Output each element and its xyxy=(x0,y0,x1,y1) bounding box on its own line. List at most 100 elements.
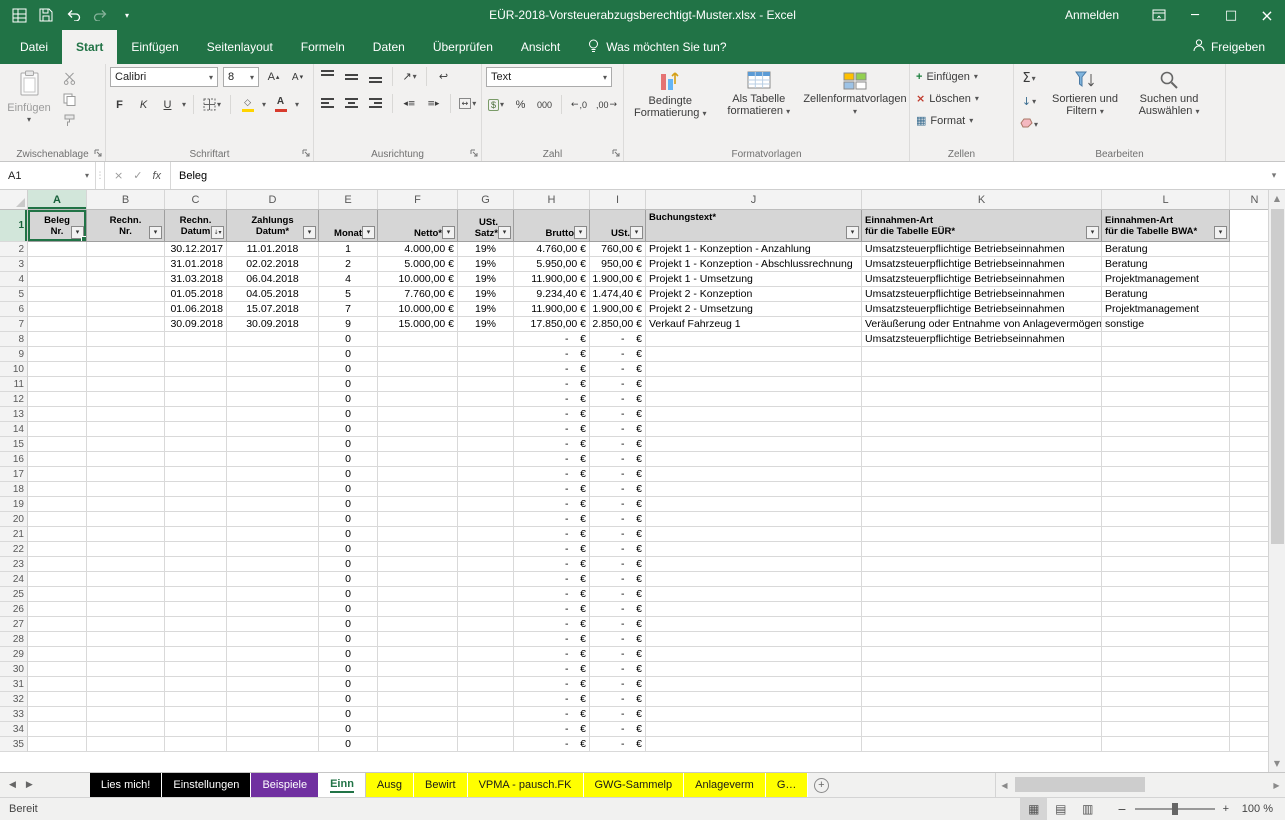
cell-G18[interactable] xyxy=(458,482,514,497)
cell-B12[interactable] xyxy=(87,392,165,407)
cell-H11[interactable]: - € xyxy=(514,377,590,392)
cell-N31[interactable] xyxy=(1230,677,1268,692)
cell-D31[interactable] xyxy=(227,677,319,692)
cell-A16[interactable] xyxy=(28,452,87,467)
sheet-tab-gwg-sammelp[interactable]: GWG-Sammelp xyxy=(584,773,685,797)
column-header-N[interactable]: N xyxy=(1230,190,1268,209)
row-number-31[interactable]: 31 xyxy=(0,677,28,692)
cell-E26[interactable]: 0 xyxy=(319,602,378,617)
cell-I28[interactable]: - € xyxy=(590,632,646,647)
cell-J21[interactable] xyxy=(646,527,862,542)
cell-N27[interactable] xyxy=(1230,617,1268,632)
cell-N15[interactable] xyxy=(1230,437,1268,452)
cell-G11[interactable] xyxy=(458,377,514,392)
cell-K14[interactable] xyxy=(862,422,1102,437)
cell-I33[interactable]: - € xyxy=(590,707,646,722)
cell-G1[interactable]: USt. Satz*▾ xyxy=(458,210,514,242)
cell-B17[interactable] xyxy=(87,467,165,482)
cell-N17[interactable] xyxy=(1230,467,1268,482)
cell-H1[interactable]: Brutto▾ xyxy=(514,210,590,242)
cell-C6[interactable]: 01.06.2018 xyxy=(165,302,227,317)
cell-G35[interactable] xyxy=(458,737,514,752)
minimize-button[interactable]: ─ xyxy=(1177,0,1213,30)
sort-filter-button[interactable]: Sortieren und Filtern ▾ xyxy=(1044,67,1126,145)
sheet-tab-einn[interactable]: Einn xyxy=(319,773,366,797)
cell-J6[interactable]: Projekt 2 - Umsetzung xyxy=(646,302,862,317)
cell-B18[interactable] xyxy=(87,482,165,497)
cell-L6[interactable]: Projektmanagement xyxy=(1102,302,1230,317)
maximize-button[interactable]: □ xyxy=(1213,0,1249,30)
cancel-icon[interactable]: × xyxy=(114,169,123,182)
align-top-icon[interactable] xyxy=(318,67,337,86)
cell-L8[interactable] xyxy=(1102,332,1230,347)
cell-D22[interactable] xyxy=(227,542,319,557)
cell-B13[interactable] xyxy=(87,407,165,422)
ribbon-display-options-icon[interactable] xyxy=(1141,0,1177,30)
cell-E2[interactable]: 1 xyxy=(319,242,378,257)
cell-B1[interactable]: Rechn. Nr.▾ xyxy=(87,210,165,242)
row-number-9[interactable]: 9 xyxy=(0,347,28,362)
cell-E34[interactable]: 0 xyxy=(319,722,378,737)
ribbon-tab-datei[interactable]: Datei xyxy=(6,30,62,64)
cell-D8[interactable] xyxy=(227,332,319,347)
align-left-icon[interactable] xyxy=(318,94,337,113)
row-number-1[interactable]: 1 xyxy=(0,210,28,242)
cell-L22[interactable] xyxy=(1102,542,1230,557)
cell-L30[interactable] xyxy=(1102,662,1230,677)
cell-K2[interactable]: Umsatzsteuerpflichtige Betriebseinnahmen xyxy=(862,242,1102,257)
align-bottom-icon[interactable] xyxy=(366,67,385,86)
cell-K16[interactable] xyxy=(862,452,1102,467)
row-number-12[interactable]: 12 xyxy=(0,392,28,407)
cell-H24[interactable]: - € xyxy=(514,572,590,587)
cell-C8[interactable] xyxy=(165,332,227,347)
ribbon-tab-formeln[interactable]: Formeln xyxy=(287,30,359,64)
cell-K8[interactable]: Umsatzsteuerpflichtige Betriebseinnahmen xyxy=(862,332,1102,347)
decrease-font-icon[interactable]: A▾ xyxy=(288,68,307,87)
cell-D10[interactable] xyxy=(227,362,319,377)
cell-J35[interactable] xyxy=(646,737,862,752)
cell-E4[interactable]: 4 xyxy=(319,272,378,287)
cell-I10[interactable]: - € xyxy=(590,362,646,377)
cell-I17[interactable]: - € xyxy=(590,467,646,482)
cell-B31[interactable] xyxy=(87,677,165,692)
cell-J24[interactable] xyxy=(646,572,862,587)
cell-H20[interactable]: - € xyxy=(514,512,590,527)
cell-I22[interactable]: - € xyxy=(590,542,646,557)
save-icon[interactable] xyxy=(37,6,55,24)
cell-K10[interactable] xyxy=(862,362,1102,377)
undo-icon[interactable] xyxy=(64,6,82,24)
cell-L11[interactable] xyxy=(1102,377,1230,392)
cell-A25[interactable] xyxy=(28,587,87,602)
cell-L27[interactable] xyxy=(1102,617,1230,632)
cell-K30[interactable] xyxy=(862,662,1102,677)
cell-I27[interactable]: - € xyxy=(590,617,646,632)
cell-I7[interactable]: 2.850,00 € xyxy=(590,317,646,332)
cell-A31[interactable] xyxy=(28,677,87,692)
cell-C33[interactable] xyxy=(165,707,227,722)
cell-H27[interactable]: - € xyxy=(514,617,590,632)
cell-A29[interactable] xyxy=(28,647,87,662)
cell-N10[interactable] xyxy=(1230,362,1268,377)
cell-B34[interactable] xyxy=(87,722,165,737)
cell-J14[interactable] xyxy=(646,422,862,437)
cell-J3[interactable]: Projekt 1 - Konzeption - Abschlussrechnu… xyxy=(646,257,862,272)
sheet-tab-bewirt[interactable]: Bewirt xyxy=(414,773,468,797)
filter-button-C[interactable]: ↓▾ xyxy=(211,226,224,239)
paste-button[interactable]: Einfügen ▾ xyxy=(4,67,54,145)
cell-F15[interactable] xyxy=(378,437,458,452)
cell-H23[interactable]: - € xyxy=(514,557,590,572)
cell-L1[interactable]: Einnahmen-Art für die Tabelle BWA*▾ xyxy=(1102,210,1230,242)
cell-L25[interactable] xyxy=(1102,587,1230,602)
cell-E25[interactable]: 0 xyxy=(319,587,378,602)
increase-decimal-icon[interactable]: ←,0 xyxy=(569,95,589,114)
clear-button[interactable]: ▾ xyxy=(1018,115,1040,134)
cell-F19[interactable] xyxy=(378,497,458,512)
cell-A27[interactable] xyxy=(28,617,87,632)
cell-N13[interactable] xyxy=(1230,407,1268,422)
cell-K5[interactable]: Umsatzsteuerpflichtige Betriebseinnahmen xyxy=(862,287,1102,302)
cell-C10[interactable] xyxy=(165,362,227,377)
cell-K34[interactable] xyxy=(862,722,1102,737)
row-number-25[interactable]: 25 xyxy=(0,587,28,602)
cell-A15[interactable] xyxy=(28,437,87,452)
cell-C17[interactable] xyxy=(165,467,227,482)
